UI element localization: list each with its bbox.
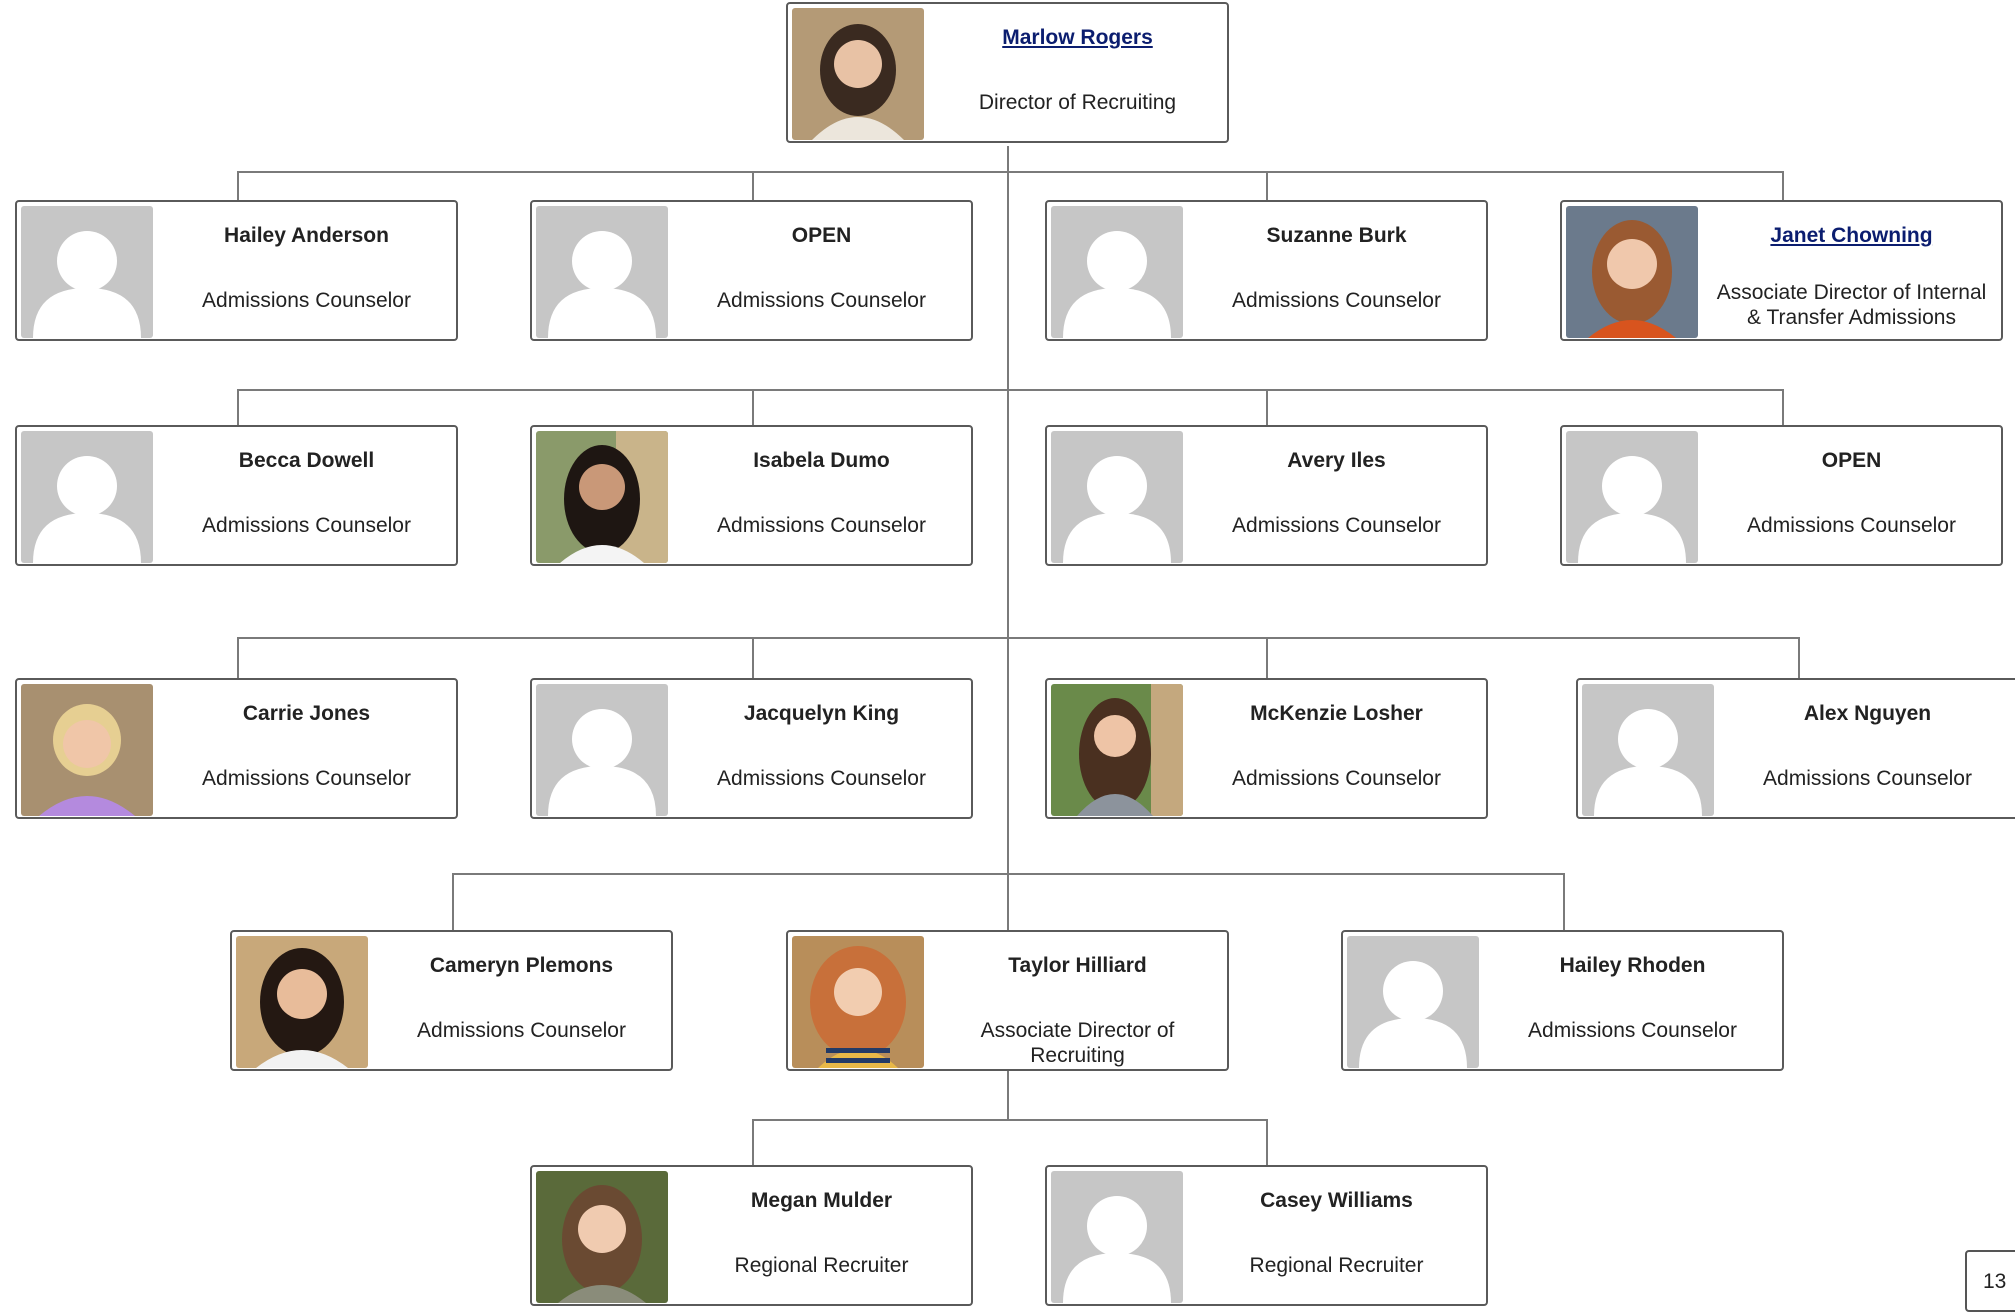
person-name: Hailey Anderson [224,224,389,247]
photo-woman-icon [792,936,924,1068]
person-name: Hailey Rhoden [1559,954,1706,977]
placeholder-avatar-icon [1051,1171,1183,1303]
person-title: Admissions Counselor [1232,514,1441,537]
org-card[interactable]: Megan Mulder Regional Recruiter [530,1165,973,1306]
person-name: Alex Nguyen [1803,702,1932,725]
org-card[interactable]: McKenzie Losher Admissions Counselor [1045,678,1488,819]
connector-lines [237,146,1800,1165]
org-card[interactable]: Casey Williams Regional Recruiter [1045,1165,1488,1306]
photo-woman-icon [21,684,153,816]
person-title: Admissions Counselor [1528,1019,1737,1042]
person-title: Regional Recruiter [1249,1254,1424,1277]
person-name: Suzanne Burk [1266,224,1407,247]
person-title: Associate Director of Internal & Transfe… [1716,281,1987,329]
placeholder-avatar-icon [1566,431,1698,563]
org-card-director[interactable]: Marlow Rogers Director of Recruiting [786,2,1229,143]
placeholder-avatar-icon [536,684,668,816]
person-name: Cameryn Plemons [429,954,614,977]
photo-woman-icon [536,431,668,563]
org-card[interactable]: Suzanne Burk Admissions Counselor [1045,200,1488,341]
person-name: Megan Mulder [750,1189,893,1212]
person-title: Admissions Counselor [417,1019,626,1042]
person-title: Associate Director of Recruiting [980,1019,1175,1067]
org-card[interactable]: Hailey Rhoden Admissions Counselor [1341,930,1784,1071]
person-title: Admissions Counselor [717,767,926,790]
placeholder-avatar-icon [1582,684,1714,816]
org-card[interactable]: Hailey Anderson Admissions Counselor [15,200,458,341]
person-title: Admissions Counselor [717,514,926,537]
person-name: Becca Dowell [238,449,375,472]
org-card[interactable]: Carrie Jones Admissions Counselor [15,678,458,819]
photo-woman-icon [236,936,368,1068]
photo-woman-icon [1566,206,1698,338]
org-card[interactable]: Cameryn Plemons Admissions Counselor [230,930,673,1071]
person-name: OPEN [1821,449,1882,472]
org-card[interactable]: Taylor Hilliard Associate Director of Re… [786,930,1229,1071]
person-name: Carrie Jones [242,702,371,725]
org-card[interactable]: Becca Dowell Admissions Counselor [15,425,458,566]
page-number-badge: 13 [1965,1250,2015,1312]
placeholder-avatar-icon [1051,431,1183,563]
placeholder-avatar-icon [1347,936,1479,1068]
org-card[interactable]: Alex Nguyen Admissions Counselor [1576,678,2015,819]
person-title: Admissions Counselor [1747,514,1956,537]
person-name: OPEN [791,224,852,247]
placeholder-avatar-icon [536,206,668,338]
person-name: Casey Williams [1260,1189,1413,1212]
org-card[interactable]: OPEN Admissions Counselor [1560,425,2003,566]
person-name: Avery Iles [1287,449,1386,472]
director-title: Director of Recruiting [978,91,1177,114]
person-name[interactable]: Janet Chowning [1708,224,1995,248]
org-card[interactable]: Jacquelyn King Admissions Counselor [530,678,973,819]
person-name: Jacquelyn King [743,702,900,725]
person-title: Admissions Counselor [202,514,411,537]
org-card[interactable]: OPEN Admissions Counselor [530,200,973,341]
placeholder-avatar-icon [21,206,153,338]
person-title: Admissions Counselor [202,767,411,790]
director-name[interactable]: Marlow Rogers [934,26,1221,50]
person-title: Admissions Counselor [1232,767,1441,790]
org-card[interactable]: Avery Iles Admissions Counselor [1045,425,1488,566]
person-title: Admissions Counselor [717,289,926,312]
person-name: McKenzie Losher [1250,702,1423,725]
photo-woman-icon [792,8,924,140]
person-title: Admissions Counselor [1232,289,1441,312]
person-title: Admissions Counselor [202,289,411,312]
org-card[interactable]: Janet Chowning Associate Director of Int… [1560,200,2003,341]
page-number: 13 [1983,1270,2007,1293]
person-name: Taylor Hilliard [1008,954,1147,977]
person-name: Isabela Dumo [753,449,890,472]
photo-woman-icon [1051,684,1183,816]
placeholder-avatar-icon [21,431,153,563]
person-title: Regional Recruiter [734,1254,909,1277]
photo-woman-icon [536,1171,668,1303]
person-title: Admissions Counselor [1763,767,1972,790]
org-card[interactable]: Isabela Dumo Admissions Counselor [530,425,973,566]
placeholder-avatar-icon [1051,206,1183,338]
